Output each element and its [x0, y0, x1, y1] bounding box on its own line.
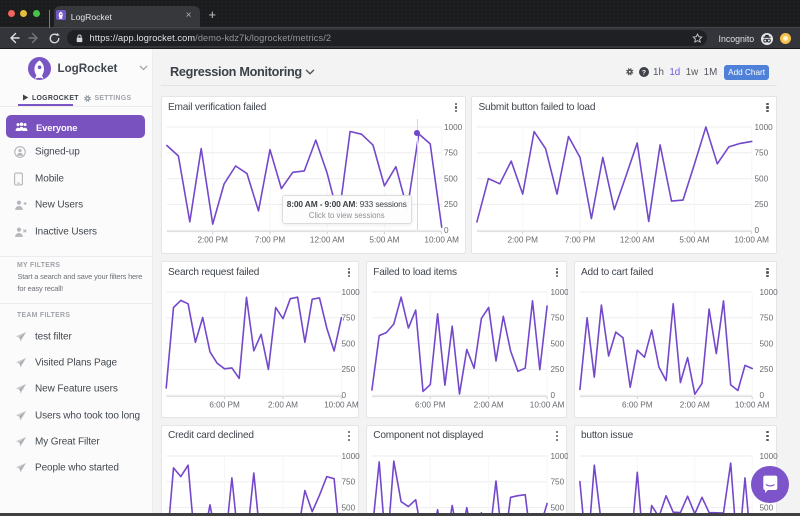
svg-text:500: 500	[341, 339, 355, 348]
svg-text:750: 750	[755, 149, 769, 158]
svg-text:1000: 1000	[550, 288, 568, 297]
svg-text:10:00 AM: 10:00 AM	[530, 401, 565, 410]
svg-text:750: 750	[550, 477, 564, 486]
svg-text:1000: 1000	[444, 123, 463, 132]
svg-text:750: 750	[341, 477, 355, 486]
svg-text:1000: 1000	[759, 288, 778, 297]
svg-text:500: 500	[550, 339, 564, 348]
svg-text:6:00 PM: 6:00 PM	[415, 401, 446, 410]
svg-text:250: 250	[550, 365, 564, 374]
svg-text:0: 0	[550, 391, 555, 400]
svg-text:250: 250	[444, 200, 458, 209]
svg-text:500: 500	[444, 174, 458, 183]
svg-text:10:00 AM: 10:00 AM	[324, 401, 359, 410]
svg-text:1000: 1000	[755, 123, 774, 132]
svg-text:500: 500	[755, 174, 769, 183]
svg-text:1000: 1000	[341, 288, 360, 297]
svg-text:2:00 AM: 2:00 AM	[679, 401, 709, 410]
svg-text:7:00 PM: 7:00 PM	[254, 236, 285, 245]
svg-text:500: 500	[759, 503, 773, 512]
svg-text:1000: 1000	[759, 451, 778, 460]
svg-text:1000: 1000	[550, 451, 568, 460]
svg-text:6:00 PM: 6:00 PM	[209, 401, 240, 410]
svg-text:750: 750	[444, 149, 458, 158]
svg-text:12:00 AM: 12:00 AM	[620, 236, 655, 245]
svg-text:2:00 AM: 2:00 AM	[267, 401, 297, 410]
svg-text:2:00 PM: 2:00 PM	[507, 236, 538, 245]
svg-text:750: 750	[341, 314, 355, 323]
svg-text:500: 500	[759, 339, 773, 348]
svg-text:10:00 AM: 10:00 AM	[734, 236, 769, 245]
svg-text:5:00 AM: 5:00 AM	[679, 236, 709, 245]
svg-text:0: 0	[755, 226, 760, 235]
svg-text:2:00 PM: 2:00 PM	[197, 236, 228, 245]
svg-text:0: 0	[444, 226, 449, 235]
svg-text:6:00 PM: 6:00 PM	[622, 401, 653, 410]
svg-text:0: 0	[759, 391, 764, 400]
svg-text:500: 500	[341, 503, 355, 512]
svg-text:750: 750	[759, 314, 773, 323]
svg-text:0: 0	[341, 391, 346, 400]
svg-text:750: 750	[550, 314, 564, 323]
svg-text:7:00 PM: 7:00 PM	[565, 236, 596, 245]
svg-text:500: 500	[550, 503, 564, 512]
svg-text:12:00 AM: 12:00 AM	[309, 236, 344, 245]
svg-text:2:00 AM: 2:00 AM	[473, 401, 503, 410]
svg-text:250: 250	[759, 365, 773, 374]
svg-text:10:00 AM: 10:00 AM	[734, 401, 769, 410]
svg-text:1000: 1000	[341, 451, 360, 460]
svg-text:10:00 AM: 10:00 AM	[424, 236, 459, 245]
svg-text:5:00 AM: 5:00 AM	[369, 236, 399, 245]
svg-text:250: 250	[341, 365, 355, 374]
svg-text:?: ?	[641, 69, 645, 76]
svg-text:250: 250	[755, 200, 769, 209]
